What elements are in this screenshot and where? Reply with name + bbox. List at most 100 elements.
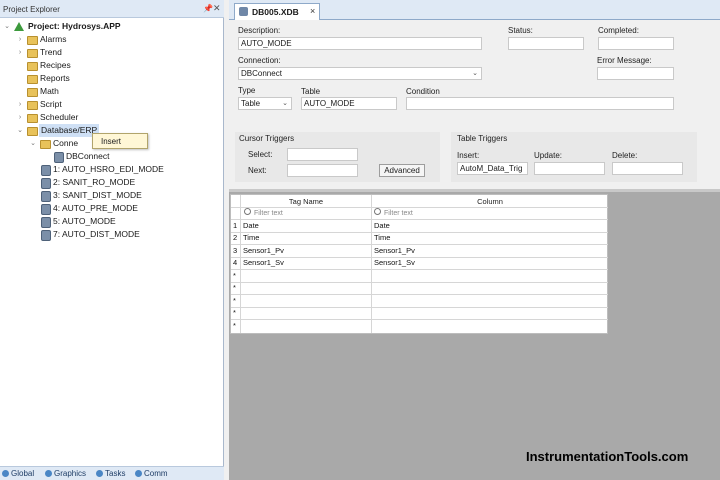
tree-item-label: 5: AUTO_MODE [53,216,116,226]
tab-label: Graphics [54,469,87,478]
watermark: InstrumentationTools.com [526,449,689,464]
advanced-button[interactable]: Advanced [379,164,425,177]
column-header-tag-name[interactable]: Tag Name [241,196,371,207]
folder-icon [27,36,38,45]
close-icon[interactable]: ✕ [213,3,221,14]
tree-item-label: DBConnect [66,151,110,161]
tree-item-db-3[interactable]: 3: SANIT_DIST_MODE [0,189,220,202]
expand-icon[interactable]: › [16,98,24,111]
tree-item-db-7[interactable]: 7: AUTO_DIST_MODE [0,228,220,241]
tree-item-reports[interactable]: Reports [0,72,220,85]
description-field[interactable]: AUTO_MODE [238,37,482,50]
connection-select[interactable]: DBConnect ⌄ [238,67,482,80]
project-explorer-title: Project Explorer [3,5,60,14]
folder-icon [27,62,38,71]
insert-trigger-field[interactable]: AutoM_Data_Trig [457,162,528,175]
folder-icon [40,140,51,149]
condition-field[interactable] [406,97,674,110]
collapse-icon[interactable]: ⌄ [16,124,24,137]
folder-icon [27,49,38,58]
new-row-marker: * [233,271,236,280]
tree-item-alarms[interactable]: › Alarms [0,33,220,46]
tree-item-math[interactable]: Math [0,85,220,98]
search-icon [374,208,381,215]
cell-tag-name[interactable]: Sensor1_Pv [243,245,284,257]
tree-item-label: 4: AUTO_PRE_MODE [53,203,138,213]
tab-global[interactable]: Global [2,468,34,480]
tree-item-label: Database/ERP [39,124,100,137]
context-menu-insert[interactable]: Insert [101,137,121,146]
globe-icon [2,470,9,477]
tree-item-label: Alarms [40,34,67,44]
filter-column[interactable]: Filter text [374,208,413,217]
grid-line [371,195,372,333]
collapse-icon[interactable]: ⌄ [3,20,11,33]
grid-line [231,282,608,283]
expand-icon[interactable]: › [16,111,24,124]
type-select[interactable]: Table ⌄ [238,97,292,110]
cell-column[interactable]: Date [374,220,390,232]
connection-label: Connection: [238,56,281,65]
tree-item-scheduler[interactable]: › Scheduler [0,111,220,124]
collapse-icon[interactable]: ⌄ [29,137,37,150]
cell-tag-name[interactable]: Time [243,232,259,244]
next-label: Next: [248,166,267,175]
cell-column[interactable]: Sensor1_Pv [374,245,415,257]
filter-placeholder: Filter text [384,210,413,217]
column-header-column[interactable]: Column [372,196,608,207]
select-label: Select: [248,150,273,159]
cursor-triggers-label: Cursor Triggers [239,134,295,143]
row-number: 1 [233,221,238,230]
cell-tag-name[interactable]: Sensor1_Sv [243,257,284,269]
tab-graphics[interactable]: Graphics [45,468,86,480]
database-icon [54,152,64,163]
grid-line [231,307,608,308]
tree-item-recipes[interactable]: Recipes [0,59,220,72]
tree-item-trend[interactable]: › Trend [0,46,220,59]
grid-line [240,195,241,333]
tree-item-label: 7: AUTO_DIST_MODE [53,229,140,239]
table-field[interactable]: AUTO_MODE [301,97,397,110]
delete-trigger-field[interactable] [612,162,683,175]
tab-tasks[interactable]: Tasks [96,468,125,480]
status-field [508,37,584,50]
cell-column[interactable]: Sensor1_Sv [374,257,415,269]
tree-item-label: Conne [53,138,79,148]
tree-item-label: 3: SANIT_DIST_MODE [53,190,142,200]
close-tab-icon[interactable]: × [310,6,315,16]
update-trigger-field[interactable] [534,162,605,175]
completed-field [598,37,674,50]
document-tab[interactable]: DB005.XDB × [234,3,320,20]
cell-column[interactable]: Time [374,232,390,244]
tree-item-db-1[interactable]: 1: AUTO_HSRO_EDI_MODE [0,163,220,176]
search-icon [244,208,251,215]
tree-item-label: Recipes [40,60,71,70]
tab-comm[interactable]: Comm [135,468,168,480]
project-label: Project: Hydrosys.APP [28,21,121,31]
database-icon [41,230,51,241]
tree-item-dbconnect[interactable]: DBConnect [0,150,220,163]
completed-label: Completed: [598,26,639,35]
expand-icon[interactable]: › [16,46,24,59]
description-label: Description: [238,26,281,35]
chevron-down-icon: ⌄ [282,100,288,107]
tasks-icon [96,470,103,477]
filter-tag-name[interactable]: Filter text [244,208,283,217]
next-trigger-field[interactable] [287,164,358,177]
row-number: 4 [233,258,238,267]
database-icon [41,165,51,176]
tree-project-root[interactable]: ⌄ Project: Hydrosys.APP [0,20,220,33]
row-number: 3 [233,246,238,255]
pin-icon[interactable]: 📌 [203,4,213,13]
chevron-down-icon: ⌄ [472,70,478,77]
tree-item-db-5[interactable]: 5: AUTO_MODE [0,215,220,228]
tree-item-label: Trend [40,47,62,57]
grid-line [231,257,608,258]
tree-item-db-4[interactable]: 4: AUTO_PRE_MODE [0,202,220,215]
tree-item-script[interactable]: › Script [0,98,220,111]
table-label: Table [301,87,321,96]
select-trigger-field[interactable] [287,148,358,161]
cell-tag-name[interactable]: Date [243,220,259,232]
expand-icon[interactable]: › [16,33,24,46]
tree-item-db-2[interactable]: 2: SANIT_RO_MODE [0,176,220,189]
